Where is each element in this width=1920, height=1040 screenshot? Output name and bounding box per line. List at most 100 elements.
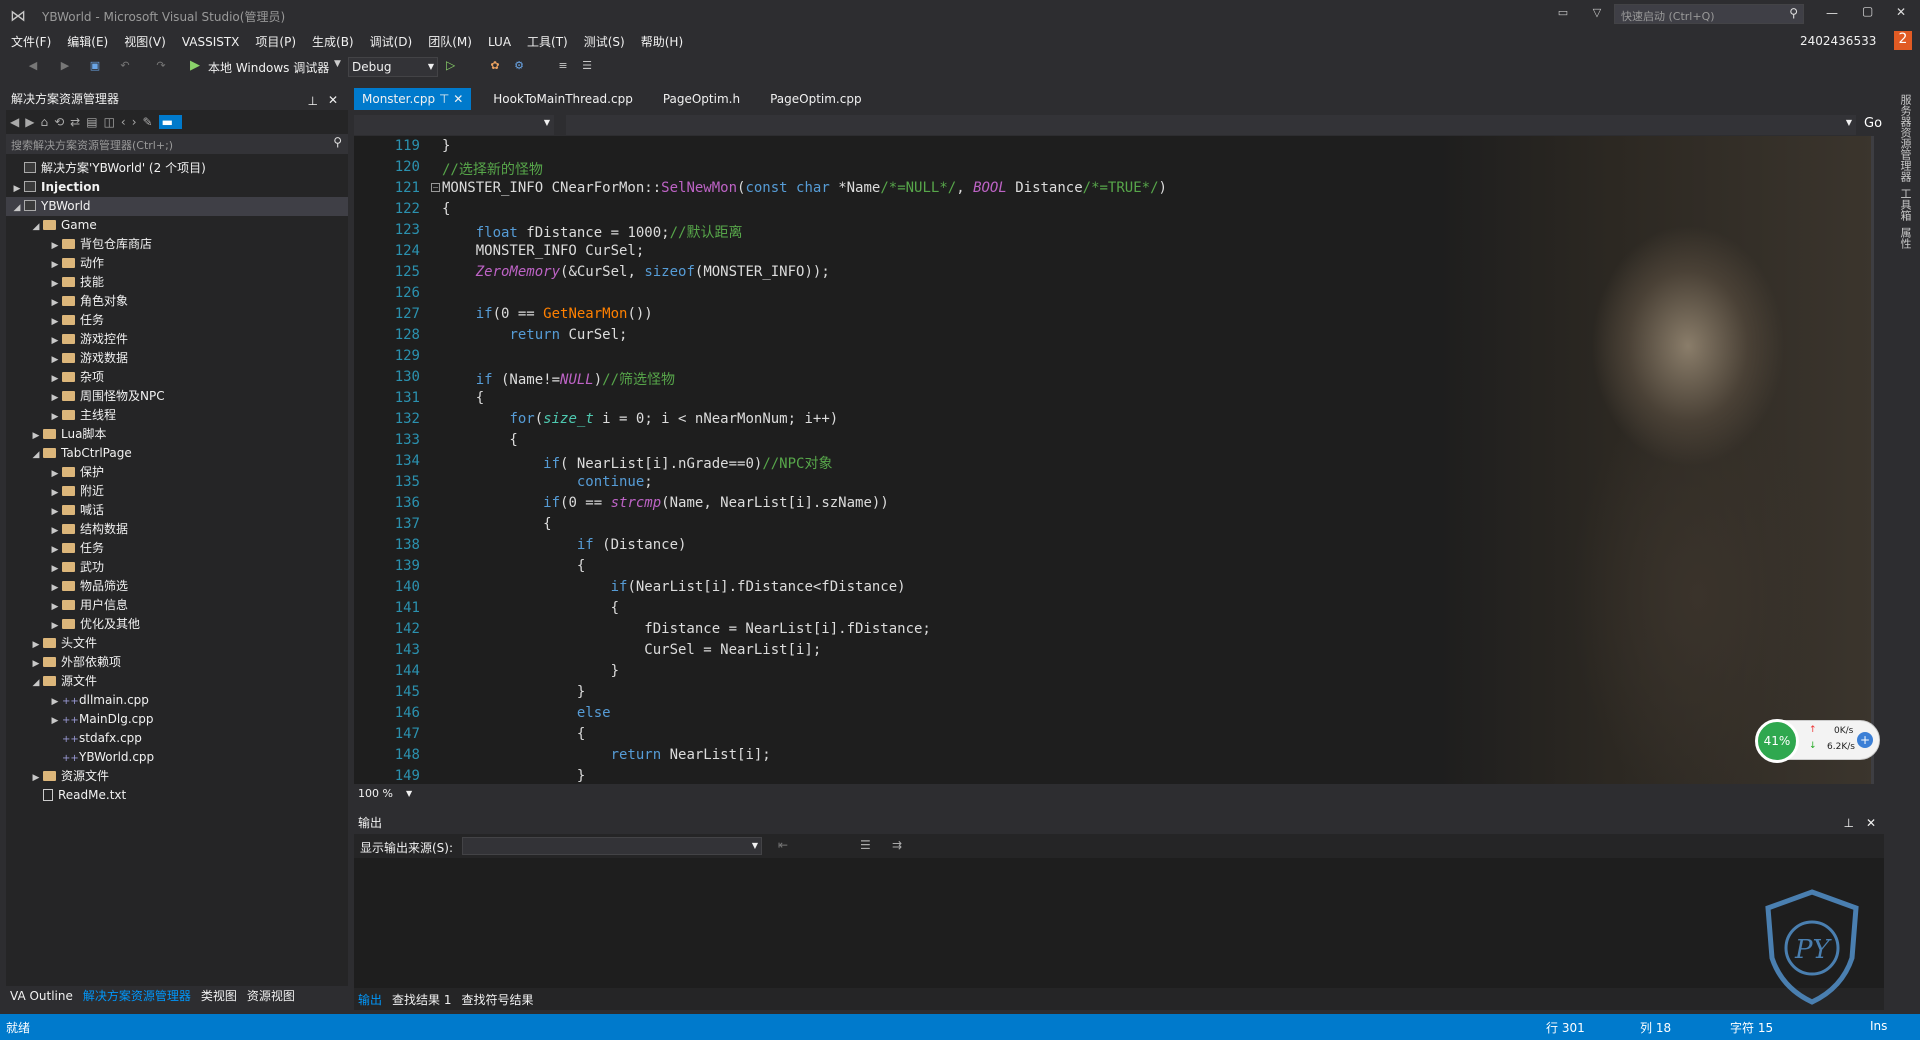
tree-item[interactable]: ▶ 角色对象 bbox=[6, 292, 348, 311]
save-all-icon[interactable]: ▣ bbox=[88, 59, 102, 73]
code-line[interactable]: CurSel = NearList[i]; bbox=[442, 642, 821, 658]
code-line[interactable]: } bbox=[442, 138, 450, 154]
tree-item[interactable]: ▶ 任务 bbox=[6, 539, 348, 558]
code-line[interactable]: if(0 == strcmp(Name, NearList[i].szName)… bbox=[442, 495, 889, 511]
menu-item[interactable]: 测试(S) bbox=[576, 30, 633, 53]
tree-item[interactable]: ▶ 任务 bbox=[6, 311, 348, 330]
rail-tab[interactable]: 属性 bbox=[1897, 227, 1913, 249]
tree-item[interactable]: ▶ 优化及其他 bbox=[6, 615, 348, 634]
tree-item[interactable]: ▶ Lua脚本 bbox=[6, 425, 348, 444]
tree-item[interactable]: ▶ 用户信息 bbox=[6, 596, 348, 615]
minimize-button[interactable]: — bbox=[1826, 6, 1838, 20]
menu-item[interactable]: 项目(P) bbox=[247, 30, 304, 53]
home-icon[interactable]: ⌂ bbox=[40, 115, 54, 129]
code-line[interactable]: return NearList[i]; bbox=[442, 747, 771, 763]
notification-badge[interactable]: 2 bbox=[1894, 31, 1912, 50]
code-icon[interactable]: ‹› bbox=[121, 115, 143, 129]
collapse-icon[interactable]: − bbox=[431, 183, 440, 192]
code-line[interactable]: if( NearList[i].nGrade==0)//NPC对象 bbox=[442, 453, 832, 473]
network-speed-widget[interactable]: 41% 0K/s ↑ 6.2K/s ↓ + bbox=[1755, 719, 1880, 763]
menu-item[interactable]: 团队(M) bbox=[420, 30, 480, 53]
menu-item[interactable]: 调试(D) bbox=[362, 30, 421, 53]
member-dropdown[interactable]: ▼ bbox=[566, 115, 1856, 135]
code-line[interactable]: { bbox=[442, 432, 517, 448]
menu-item[interactable]: 帮助(H) bbox=[633, 30, 691, 53]
forward-icon[interactable]: ▶ bbox=[58, 59, 72, 73]
user-account[interactable]: 2402436533 bbox=[1800, 34, 1876, 48]
tree-item[interactable]: ▶ 杂项 bbox=[6, 368, 348, 387]
se-search-input[interactable]: 搜索解决方案资源管理器(Ctrl+;) ⚲ bbox=[6, 134, 348, 154]
tree-item[interactable]: ▶ ++dllmain.cpp bbox=[6, 691, 348, 710]
panel-tab[interactable]: VA Outline bbox=[10, 989, 73, 1003]
search-icon[interactable]: ⚲ bbox=[333, 135, 342, 149]
document-tab[interactable]: PageOptim.cpp bbox=[762, 88, 870, 110]
close-button[interactable]: ✕ bbox=[1896, 5, 1906, 19]
show-all-icon[interactable]: ◫ bbox=[104, 115, 121, 129]
pin-icon[interactable]: ⊥ bbox=[1844, 812, 1854, 834]
properties-icon[interactable]: ✎ bbox=[143, 115, 159, 129]
code-line[interactable]: fDistance = NearList[i].fDistance; bbox=[442, 621, 931, 637]
code-line[interactable]: MONSTER_INFO CNearForMon::SelNewMon(cons… bbox=[442, 180, 1167, 196]
output-tab[interactable]: 输出 bbox=[358, 993, 382, 1007]
panel-tab[interactable]: 解决方案资源管理器 bbox=[83, 989, 191, 1003]
menu-item[interactable]: 工具(T) bbox=[519, 30, 576, 53]
code-line[interactable]: if (Distance) bbox=[442, 537, 687, 553]
output-text-area[interactable] bbox=[354, 858, 1884, 988]
tree-item[interactable]: ▶ 动作 bbox=[6, 254, 348, 273]
preview-icon[interactable]: ▬ bbox=[158, 115, 182, 129]
tree-item[interactable]: ▶ 背包仓库商店 bbox=[6, 235, 348, 254]
output-source-select[interactable]: ▼ bbox=[462, 837, 762, 855]
tree-item[interactable]: ++YBWorld.cpp bbox=[6, 748, 348, 767]
clear-output-icon[interactable]: ⇤ bbox=[778, 838, 788, 852]
undo-icon[interactable]: ↶ bbox=[118, 59, 132, 73]
vertical-scrollbar[interactable] bbox=[1871, 136, 1874, 784]
search-icon[interactable]: ⚲ bbox=[1789, 6, 1798, 20]
tree-item[interactable]: ▶ ++MainDlg.cpp bbox=[6, 710, 348, 729]
maximize-button[interactable]: ▢ bbox=[1862, 4, 1873, 18]
code-line[interactable]: for(size_t i = 0; i < nNearMonNum; i++) bbox=[442, 411, 838, 427]
code-line[interactable]: { bbox=[442, 516, 551, 532]
close-icon[interactable]: ✕ bbox=[1866, 812, 1876, 834]
tree-item[interactable]: ▶ 物品筛选 bbox=[6, 577, 348, 596]
code-line[interactable]: { bbox=[442, 201, 450, 217]
pin-icon[interactable]: ⊥ bbox=[308, 90, 318, 112]
output-tab[interactable]: 查找结果 1 bbox=[392, 993, 451, 1007]
menu-item[interactable]: LUA bbox=[480, 32, 519, 52]
code-line[interactable]: ZeroMemory(&CurSel, sizeof(MONSTER_INFO)… bbox=[442, 264, 830, 280]
zoom-level[interactable]: 100 % bbox=[358, 787, 393, 800]
code-line[interactable]: if (Name!=NULL)//筛选怪物 bbox=[442, 369, 675, 389]
document-tab[interactable]: PageOptim.h bbox=[655, 88, 748, 110]
tree-item[interactable]: ▶ 技能 bbox=[6, 273, 348, 292]
document-tab[interactable]: Monster.cpp ⊤ ✕ bbox=[354, 88, 472, 110]
rail-tab[interactable]: 服务器资源管理器 bbox=[1897, 94, 1913, 182]
tree-item[interactable]: ▶ 保护 bbox=[6, 463, 348, 482]
word-wrap-icon[interactable]: ☰ bbox=[860, 838, 871, 852]
attach-icon[interactable]: ✿ bbox=[488, 59, 502, 73]
tree-item[interactable]: ▶ 附近 bbox=[6, 482, 348, 501]
document-tab[interactable]: HookToMainThread.cpp bbox=[485, 88, 641, 110]
tree-item[interactable]: ▶ 武功 bbox=[6, 558, 348, 577]
diagnostics-icon[interactable]: ⚙ bbox=[512, 59, 526, 73]
quick-launch-box[interactable]: 快速启动 (Ctrl+Q) ⚲ bbox=[1614, 4, 1804, 24]
code-line[interactable]: } bbox=[442, 663, 619, 679]
debugger-dropdown-icon[interactable]: ▼ bbox=[334, 59, 341, 69]
chevron-down-icon[interactable]: ▼ bbox=[406, 789, 412, 798]
tree-item[interactable]: ◢ Game bbox=[6, 216, 348, 235]
tree-item[interactable]: ▶ 资源文件 bbox=[6, 767, 348, 786]
code-editor[interactable]: 119} 120 //选择新的怪物 121 MONSTER_INFO CNearForM… bbox=[354, 136, 1874, 784]
tab-close-icon[interactable]: ⊤ ✕ bbox=[435, 92, 463, 106]
collapse-icon[interactable]: ▤ bbox=[86, 115, 103, 129]
menu-item[interactable]: 编辑(E) bbox=[59, 30, 116, 53]
code-line[interactable]: continue; bbox=[442, 474, 653, 490]
tree-item[interactable]: ◢ 源文件 bbox=[6, 672, 348, 691]
debugger-label[interactable]: 本地 Windows 调试器 bbox=[208, 59, 329, 76]
start-debugging-button[interactable]: ▶ bbox=[190, 58, 200, 73]
tree-item[interactable]: ▶ 主线程 bbox=[6, 406, 348, 425]
tree-item[interactable]: ▶ Injection bbox=[6, 178, 348, 197]
code-line[interactable]: } bbox=[442, 684, 585, 700]
panel-tab[interactable]: 资源视图 bbox=[247, 989, 295, 1003]
code-line[interactable]: { bbox=[442, 558, 585, 574]
tree-item[interactable]: ReadMe.txt bbox=[6, 786, 348, 805]
back-icon[interactable]: ◀ bbox=[10, 115, 25, 129]
start-without-debug-icon[interactable]: ▷ bbox=[446, 58, 455, 72]
